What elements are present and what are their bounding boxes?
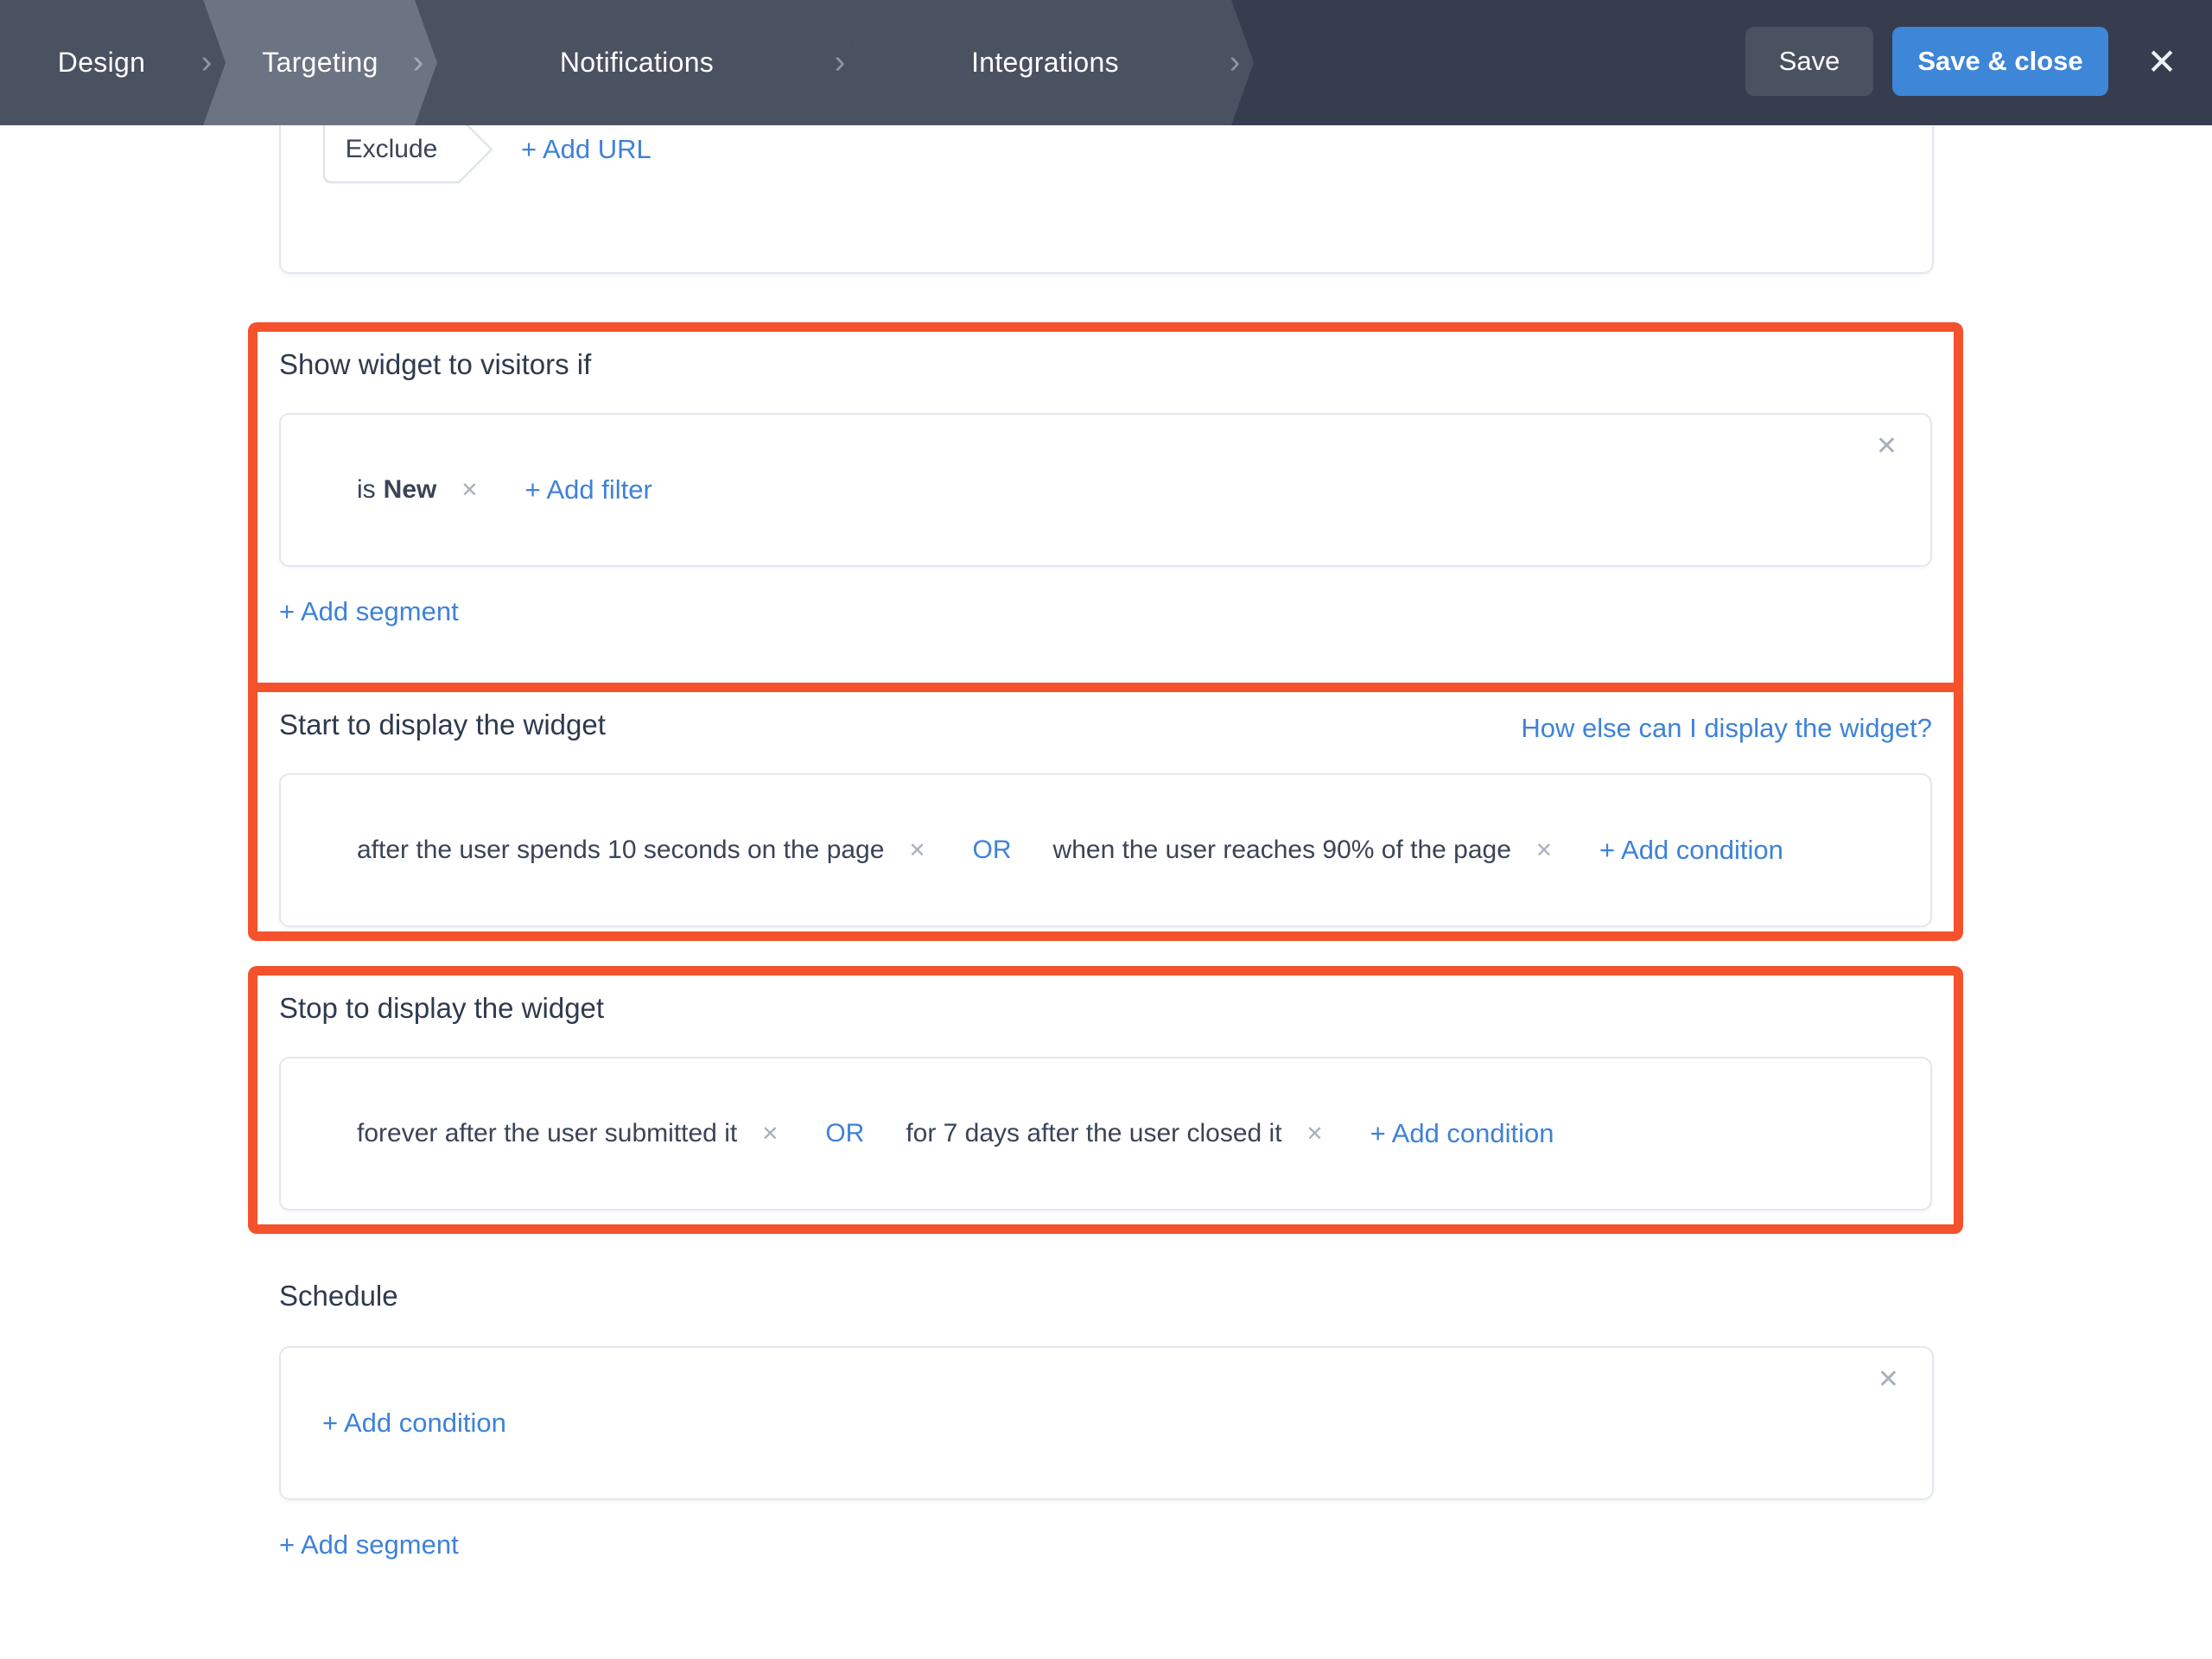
- or-label: OR: [972, 836, 1012, 864]
- tab-design[interactable]: Design: [0, 0, 226, 125]
- tab-targeting-label: Targeting: [262, 47, 378, 78]
- targeting-settings-content: Exclude + Add URL Show widget to visitor…: [0, 73, 2212, 1659]
- segment-value: New: [383, 475, 437, 504]
- remove-condition-icon[interactable]: ✕: [1535, 838, 1553, 862]
- add-condition-link[interactable]: + Add condition: [322, 1408, 506, 1439]
- top-navigation-bar: Design Targeting Notifications Integrati…: [0, 0, 2212, 125]
- remove-segment-filter-icon[interactable]: ✕: [461, 478, 478, 502]
- start-condition-2: when the user reaches 90% of the page: [1052, 836, 1511, 864]
- stop-conditions-card: forever after the user submitted it ✕ OR…: [279, 1057, 1932, 1211]
- exclude-tag-label: Exclude: [345, 135, 438, 163]
- section-title-stop: Stop to display the widget: [279, 992, 605, 1024]
- tab-integrations-label: Integrations: [971, 47, 1119, 78]
- visitor-segment-card: is New ✕ + Add filter ✕: [279, 413, 1932, 567]
- exclude-url-tag[interactable]: Exclude: [322, 115, 495, 184]
- add-condition-link[interactable]: + Add condition: [1370, 1118, 1554, 1149]
- section-title-visitors: Show widget to visitors if: [279, 348, 592, 380]
- close-icon[interactable]: ✕: [2133, 24, 2191, 99]
- save-button[interactable]: Save: [1745, 27, 1873, 96]
- stop-condition-2: for 7 days after the user closed it: [906, 1119, 1282, 1147]
- schedule-card: + Add condition ✕: [279, 1346, 1934, 1500]
- remove-schedule-card-icon[interactable]: ✕: [1878, 1367, 1899, 1393]
- start-conditions-card: after the user spends 10 seconds on the …: [279, 773, 1932, 927]
- add-url-link[interactable]: + Add URL: [521, 134, 652, 165]
- save-and-close-button[interactable]: Save & close: [1892, 27, 2108, 96]
- add-segment-link[interactable]: + Add segment: [279, 596, 459, 627]
- or-label: OR: [825, 1119, 865, 1147]
- tab-targeting[interactable]: Targeting: [203, 0, 437, 125]
- section-start-display: Start to display the widget How else can…: [248, 683, 1963, 941]
- tab-notifications[interactable]: Notifications: [415, 0, 859, 125]
- add-segment-link[interactable]: + Add segment: [279, 1529, 459, 1560]
- section-stop-display: Stop to display the widget forever after…: [248, 966, 1963, 1234]
- section-title-schedule: Schedule: [279, 1280, 398, 1312]
- add-filter-link[interactable]: + Add filter: [524, 474, 652, 505]
- remove-condition-icon[interactable]: ✕: [1306, 1122, 1324, 1146]
- stop-condition-1: forever after the user submitted it: [357, 1119, 738, 1147]
- tab-design-label: Design: [57, 47, 146, 78]
- section-title-start: Start to display the widget: [279, 709, 606, 741]
- section-schedule: Schedule + Add condition ✕ + Add segment: [279, 1277, 1934, 1560]
- add-condition-link[interactable]: + Add condition: [1599, 835, 1783, 866]
- start-condition-1: after the user spends 10 seconds on the …: [357, 836, 885, 864]
- remove-condition-icon[interactable]: ✕: [761, 1122, 779, 1146]
- tab-integrations[interactable]: Integrations: [836, 0, 1254, 125]
- remove-segment-card-icon[interactable]: ✕: [1876, 434, 1897, 460]
- how-else-display-link[interactable]: How else can I display the widget?: [1521, 713, 1932, 744]
- tab-notifications-label: Notifications: [559, 47, 715, 78]
- remove-condition-icon[interactable]: ✕: [908, 838, 925, 862]
- visitor-segment-value: is New: [357, 475, 436, 505]
- segment-prefix: is: [357, 475, 376, 504]
